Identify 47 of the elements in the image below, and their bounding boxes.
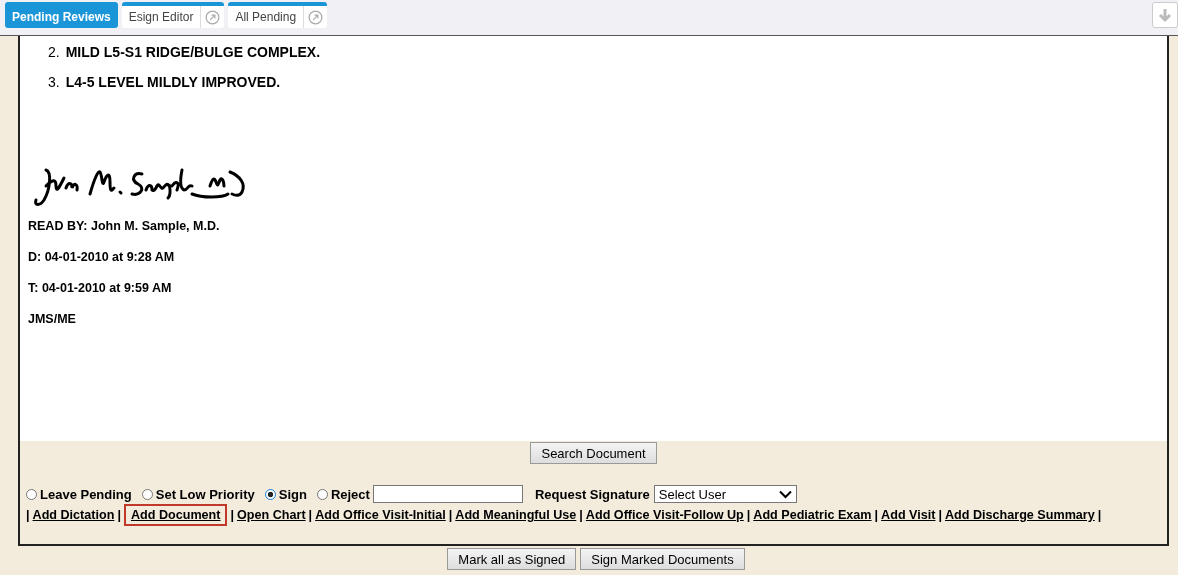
chevron-down-icon bbox=[778, 489, 792, 499]
action-link[interactable]: Add Document bbox=[123, 504, 228, 526]
tab[interactable]: Esign Editor bbox=[121, 2, 225, 28]
finding-text: L4-5 LEVEL MILDLY IMPROVED. bbox=[65, 74, 281, 92]
select-user-dropdown[interactable]: Select User bbox=[653, 485, 797, 503]
finding-text: MILD L5-S1 RIDGE/BULGE COMPLEX. bbox=[65, 44, 321, 62]
radio-button[interactable] bbox=[141, 488, 153, 500]
action-button[interactable]: Sign Marked Documents bbox=[580, 548, 745, 570]
radio-label[interactable]: Reject bbox=[330, 486, 370, 502]
signature-text: T: 04-01-2010 at 9:59 AM bbox=[28, 280, 173, 296]
action-link[interactable]: Add Meaningful Use bbox=[455, 508, 577, 522]
separator: | bbox=[448, 508, 453, 522]
separator: | bbox=[938, 508, 942, 522]
radio-button[interactable] bbox=[316, 488, 328, 500]
action-link[interactable]: Add Office Visit-Initial bbox=[315, 508, 446, 522]
signature-text: JMS/ME bbox=[28, 311, 77, 327]
radio-label[interactable]: Leave Pending bbox=[40, 486, 132, 502]
radio-label[interactable]: Set Low Priority bbox=[155, 486, 255, 502]
radio-label[interactable]: Sign bbox=[278, 486, 307, 502]
action-link[interactable]: Add Office Visit-Follow Up bbox=[585, 508, 744, 522]
list-number: 3. bbox=[48, 74, 60, 92]
separator: | bbox=[874, 508, 879, 522]
action-link[interactable]: Add Pediatric Exam bbox=[753, 508, 872, 522]
radio-button[interactable] bbox=[264, 488, 276, 500]
action-button[interactable]: Mark all as Signed bbox=[447, 548, 577, 570]
separator: | bbox=[1097, 508, 1102, 522]
radio-button[interactable] bbox=[26, 488, 37, 500]
reject-reason-field[interactable] bbox=[372, 485, 523, 503]
signature-text: D: 04-01-2010 at 9:28 AM bbox=[28, 249, 176, 265]
action-link[interactable]: Add Visit bbox=[881, 508, 936, 522]
signature-text: READ BY: John M. Sample, M.D. bbox=[28, 218, 221, 234]
tab[interactable]: All Pending bbox=[228, 2, 328, 28]
arrow-down-icon bbox=[1157, 7, 1173, 23]
separator: | bbox=[308, 508, 313, 522]
separator: | bbox=[746, 508, 751, 522]
popout-icon[interactable] bbox=[308, 9, 324, 25]
action-link[interactable]: Open Chart bbox=[237, 508, 306, 522]
separator: | bbox=[230, 508, 234, 522]
action-link[interactable]: Add Dictation bbox=[32, 508, 115, 522]
separator: | bbox=[117, 508, 121, 522]
popout-icon[interactable] bbox=[205, 9, 221, 25]
separator: | bbox=[26, 508, 30, 522]
separator: | bbox=[579, 508, 583, 522]
request-signature-label: Request Signature bbox=[534, 486, 650, 502]
search-document-button[interactable]: Search Document bbox=[530, 442, 657, 464]
list-number: 2. bbox=[48, 44, 60, 62]
action-link[interactable]: Add Discharge Summary bbox=[945, 508, 1095, 522]
